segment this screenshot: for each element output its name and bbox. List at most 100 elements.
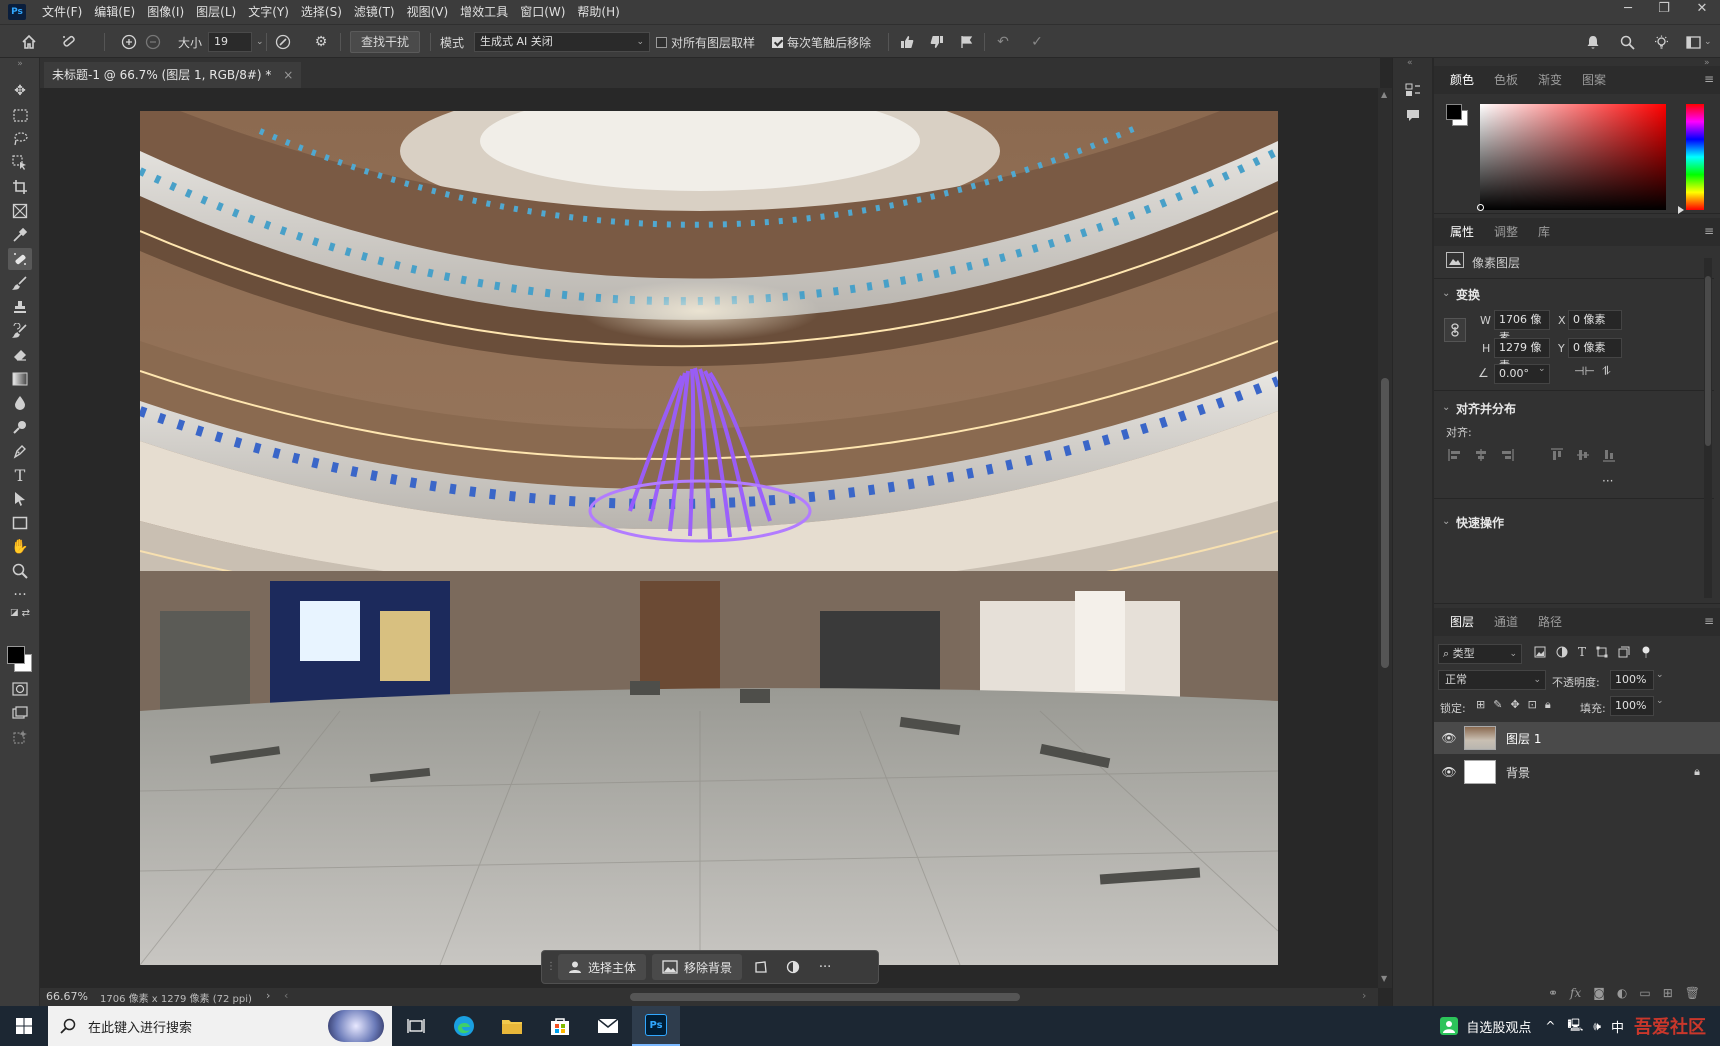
hue-slider[interactable]	[1686, 104, 1704, 210]
mode-select[interactable]: 生成式 AI 关闭 ⌄	[474, 32, 651, 52]
menu-edit[interactable]: 编辑(E)	[88, 0, 141, 24]
chevron-down-icon[interactable]: ⌄	[1538, 364, 1546, 374]
layer-filter-select[interactable]: ⌕ 类型 ⌄	[1438, 644, 1522, 664]
notifications-button[interactable]	[1582, 31, 1604, 53]
photoshop-taskbar-button[interactable]: Ps	[632, 1006, 680, 1046]
comments-panel-button[interactable]	[1405, 108, 1421, 127]
frame-tool[interactable]	[8, 200, 32, 222]
path-selection-tool[interactable]	[8, 488, 32, 510]
chevron-down-icon[interactable]: ⌄	[256, 37, 264, 47]
horizontal-scroll-thumb[interactable]	[630, 993, 1020, 1001]
filter-smart-object-icon[interactable]	[1618, 646, 1630, 658]
mail-button[interactable]	[584, 1006, 632, 1046]
x-input[interactable]: 0 像素	[1568, 310, 1622, 330]
scroll-up-icon[interactable]: ▲	[1381, 90, 1387, 99]
remove-background-button[interactable]: 移除背景	[652, 954, 743, 980]
sample-all-layers-option[interactable]: 对所有图层取样	[656, 31, 755, 53]
history-panel-button[interactable]	[1405, 82, 1421, 101]
menu-plugins[interactable]: 增效工具	[454, 0, 514, 24]
tab-patterns[interactable]: 图案	[1572, 66, 1616, 94]
document-canvas-image[interactable]	[140, 111, 1278, 965]
volume-icon[interactable]: 🕪︎	[1593, 1019, 1601, 1034]
edit-toolbar-button[interactable]: ···	[8, 584, 32, 606]
new-adjustment-layer-icon[interactable]: ◐	[1617, 986, 1627, 1006]
filter-shape-icon[interactable]	[1596, 646, 1608, 658]
document-tab[interactable]: 未标题-1 @ 66.7% (图层 1, RGB/8#) * ×	[44, 62, 302, 88]
report-button[interactable]	[956, 31, 978, 53]
brush-size-input[interactable]: 19	[208, 32, 253, 52]
menu-filter[interactable]: 滤镜(T)	[348, 0, 401, 24]
close-window-button[interactable]: ✕	[1684, 0, 1720, 20]
foreground-swatch[interactable]	[1446, 104, 1462, 120]
more-align-options-button[interactable]: ···	[1602, 474, 1613, 488]
link-layers-icon[interactable]: ⚭	[1548, 986, 1558, 1006]
tab-color[interactable]: 颜色	[1440, 66, 1484, 94]
add-brush-mode-button[interactable]	[118, 31, 140, 53]
add-mask-icon[interactable]: ◙	[1593, 986, 1605, 1006]
sample-all-layers-checkbox[interactable]	[656, 36, 667, 48]
screen-mode-button[interactable]	[8, 702, 32, 724]
workspace-switcher[interactable]: ⌄	[1682, 31, 1712, 53]
align-top-icon[interactable]	[1550, 448, 1564, 462]
new-layer-icon[interactable]: ⊞	[1663, 986, 1673, 1006]
search-highlight-image[interactable]	[328, 1010, 384, 1042]
blur-tool[interactable]	[8, 392, 32, 414]
tab-channels[interactable]: 通道	[1484, 608, 1528, 636]
eye-icon[interactable]: 👁︎	[1434, 765, 1464, 779]
move-tool[interactable]: ✥	[8, 80, 32, 102]
close-tab-icon[interactable]: ×	[283, 68, 293, 82]
find-distractions-button[interactable]: 查找干扰	[350, 31, 421, 53]
hue-slider-pointer-icon[interactable]	[1678, 206, 1684, 214]
commit-button[interactable]: ✓	[1026, 31, 1048, 53]
lasso-tool[interactable]	[8, 128, 32, 150]
new-group-icon[interactable]: ▭	[1639, 986, 1650, 1006]
properties-scroll-thumb[interactable]	[1705, 276, 1711, 446]
quick-mask-button[interactable]	[8, 678, 32, 700]
tab-paths[interactable]: 路径	[1528, 608, 1572, 636]
pen-tool[interactable]	[8, 440, 32, 462]
store-button[interactable]	[536, 1006, 584, 1046]
menu-select[interactable]: 选择(S)	[295, 0, 348, 24]
align-right-icon[interactable]	[1500, 448, 1514, 462]
vertical-scrollbar[interactable]: ▲ ▼	[1378, 88, 1392, 988]
dodge-tool[interactable]	[8, 416, 32, 438]
menu-layer[interactable]: 图层(L)	[190, 0, 242, 24]
quick-actions-section-title[interactable]: 快速操作	[1456, 514, 1504, 531]
opacity-input[interactable]: 100%	[1610, 670, 1654, 690]
menu-help[interactable]: 帮助(H)	[571, 0, 625, 24]
lock-all-icon[interactable]: 🔒︎	[1545, 698, 1551, 712]
default-colors-icon[interactable]: ◪	[10, 608, 19, 618]
align-center-icon[interactable]	[1474, 448, 1488, 462]
tray-expand-icon[interactable]: ^	[1545, 1019, 1555, 1033]
clone-stamp-tool[interactable]	[8, 296, 32, 318]
color-picker-handle[interactable]	[1477, 204, 1484, 211]
eraser-tool[interactable]	[8, 344, 32, 366]
home-button[interactable]	[18, 31, 40, 53]
menu-image[interactable]: 图像(I)	[141, 0, 190, 24]
chevron-down-icon[interactable]: ⌄	[1442, 288, 1450, 299]
generative-button[interactable]	[8, 726, 32, 748]
rectangle-tool[interactable]	[8, 512, 32, 534]
layer-row-background[interactable]: 👁︎ 背景 🔒︎	[1434, 756, 1720, 788]
y-input[interactable]: 0 像素	[1568, 338, 1622, 358]
align-middle-icon[interactable]	[1576, 448, 1590, 462]
menu-file[interactable]: 文件(F)	[36, 0, 88, 24]
panel-menu-icon[interactable]: ≡	[1704, 72, 1714, 86]
transform-button[interactable]	[748, 954, 774, 980]
tab-layers[interactable]: 图层	[1440, 608, 1484, 636]
delete-layer-icon[interactable]: 🗑︎	[1685, 986, 1700, 1006]
scroll-left-icon[interactable]: ‹	[284, 989, 288, 1002]
remove-after-stroke-checkbox[interactable]	[772, 36, 783, 48]
panel-menu-icon[interactable]: ≡	[1704, 614, 1714, 628]
menu-view[interactable]: 视图(V)	[401, 0, 455, 24]
tab-gradients[interactable]: 渐变	[1528, 66, 1572, 94]
tray-app[interactable]: 自选股观点	[1440, 1017, 1531, 1036]
start-button[interactable]	[0, 1006, 48, 1046]
brush-tool[interactable]	[8, 272, 32, 294]
flip-horizontal-icon[interactable]: ⊣⊢	[1574, 364, 1595, 378]
history-brush-tool[interactable]	[8, 320, 32, 342]
transform-section-title[interactable]: 变换	[1456, 286, 1480, 303]
layer-style-fx-icon[interactable]: fx	[1570, 986, 1581, 1006]
discover-button[interactable]	[1650, 31, 1672, 53]
width-input[interactable]: 1706 像素	[1494, 310, 1550, 344]
